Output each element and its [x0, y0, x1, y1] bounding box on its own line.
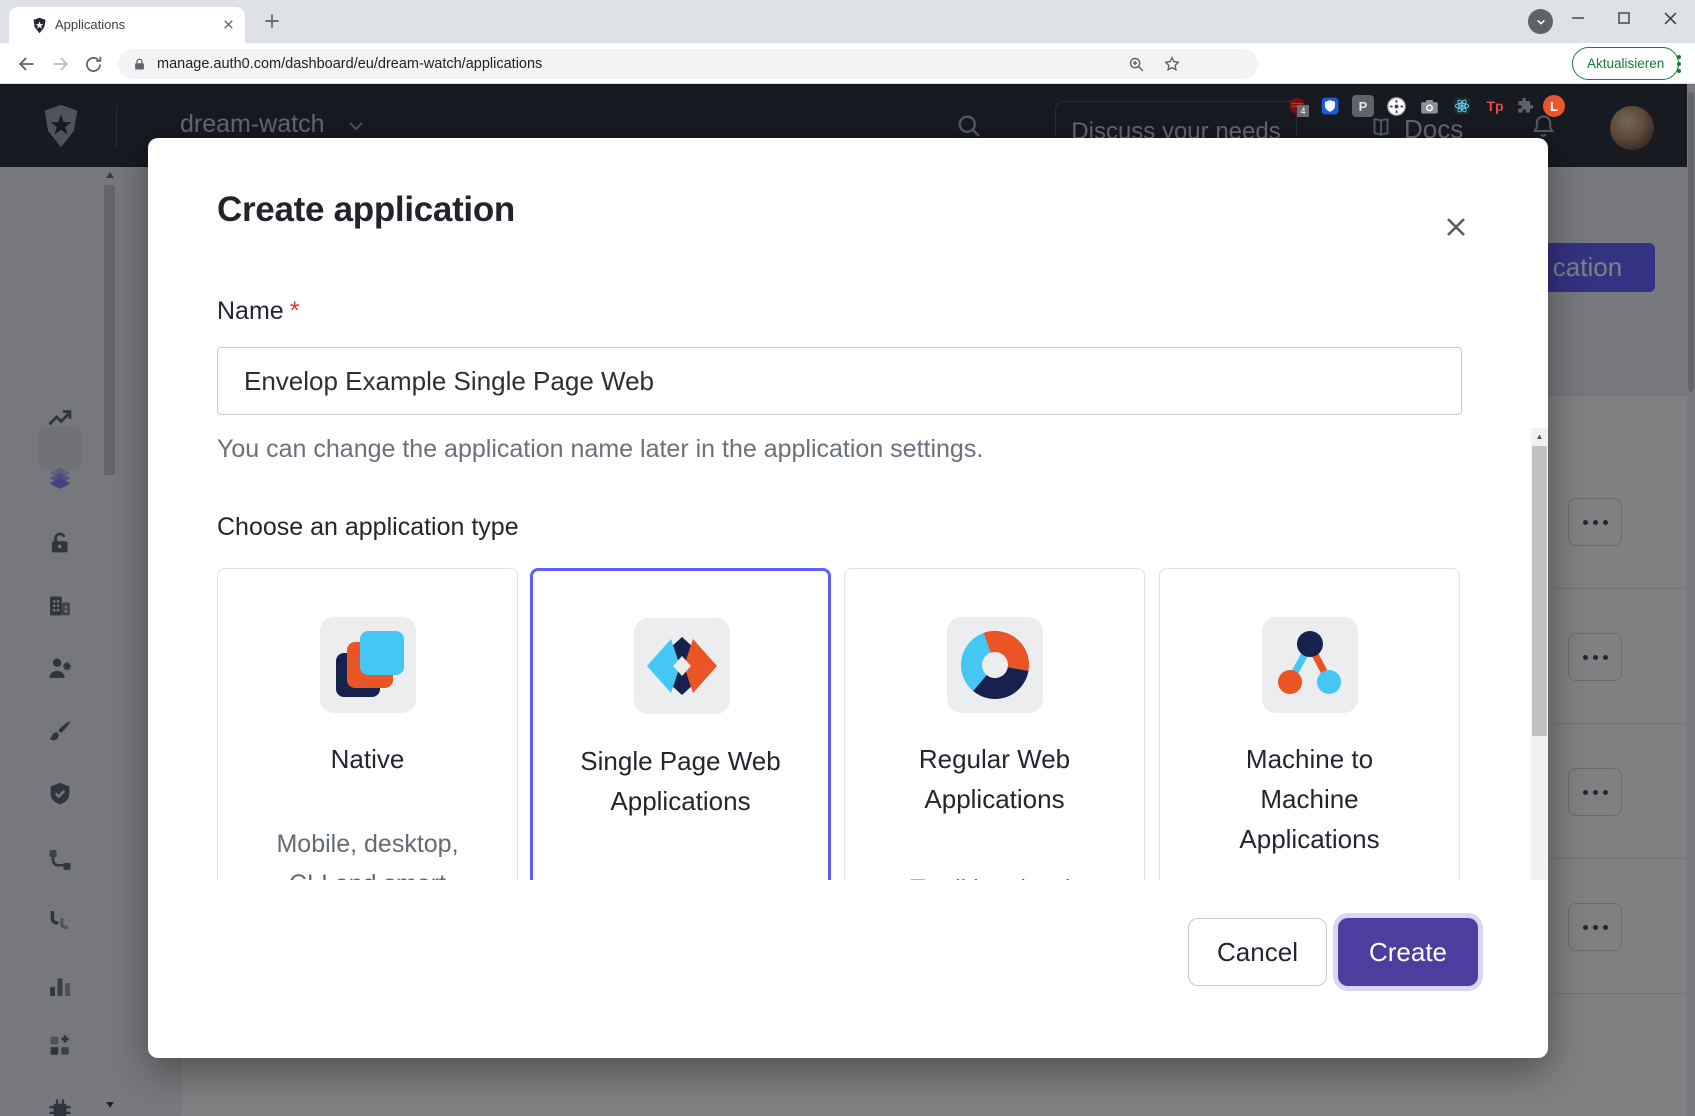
card-title: Regular WebApplications [845, 739, 1144, 819]
card-description: Traditional web [845, 869, 1144, 880]
application-name-input[interactable] [217, 347, 1462, 415]
app-type-card-regular-web[interactable]: Regular WebApplications Traditional web [844, 568, 1145, 880]
card-description: A JavaScript [533, 871, 828, 880]
required-marker: * [290, 297, 300, 325]
zoom-indicator-icon[interactable] [1128, 56, 1145, 73]
secure-lock-icon [132, 57, 147, 72]
react-devtools-icon[interactable] [1451, 95, 1473, 117]
browser-update-button[interactable]: Aktualisieren [1572, 47, 1679, 80]
reload-button[interactable] [80, 51, 106, 77]
app-type-card-spa[interactable]: Single Page WebApplications A JavaScript [530, 568, 831, 880]
extension-move-icon[interactable] [1385, 95, 1407, 117]
browser-menu-icon[interactable] [1672, 51, 1686, 77]
name-label: Name* [217, 297, 299, 326]
bitwarden-extension-icon[interactable] [1319, 95, 1341, 117]
tab-close-icon[interactable] [221, 17, 236, 32]
modal-close-button[interactable] [1438, 209, 1474, 245]
choose-type-label: Choose an application type [217, 513, 519, 542]
browser-tab-strip: Applications [0, 0, 1695, 43]
new-tab-icon[interactable] [262, 11, 282, 31]
create-button[interactable]: Create [1338, 918, 1478, 986]
name-helper-text: You can change the application name late… [217, 435, 983, 464]
modal-body: Name* You can change the application nam… [148, 283, 1548, 880]
card-title: Single Page WebApplications [533, 741, 828, 821]
regular-web-donut-icon [947, 617, 1043, 713]
ublock-extension-icon[interactable]: 4 [1286, 95, 1308, 117]
forward-button[interactable] [47, 51, 73, 77]
modal-scrollbar[interactable]: ▲ ▼ [1531, 428, 1548, 880]
app-type-card-m2m[interactable]: Machine toMachineApplications [1159, 568, 1460, 880]
card-title: Machine toMachineApplications [1160, 739, 1459, 859]
modal-scroll-thumb[interactable] [1532, 446, 1547, 736]
browser-toolbar: manage.auth0.com/dashboard/eu/dream-watc… [0, 43, 1695, 84]
native-stack-icon [320, 617, 416, 713]
extension-p-icon[interactable]: P [1352, 95, 1374, 117]
window-close-button[interactable] [1647, 0, 1693, 36]
app-type-card-native[interactable]: Native Mobile, desktop,CLI and smart [217, 568, 518, 880]
screen: Applications manage.auth0.com/dashboard/… [0, 0, 1695, 1116]
tab-search-icon[interactable] [1528, 9, 1553, 34]
bookmark-star-icon[interactable] [1163, 55, 1181, 73]
spa-diamonds-icon [634, 618, 730, 714]
card-description: Mobile, desktop,CLI and smart [218, 824, 517, 880]
window-minimize-button[interactable] [1555, 0, 1601, 36]
tab-title: Applications [55, 17, 215, 32]
scroll-up-icon[interactable]: ▲ [1531, 428, 1548, 445]
tp-extension-icon[interactable]: Tp [1484, 95, 1506, 117]
m2m-network-icon [1262, 617, 1358, 713]
card-title: Native [218, 739, 517, 779]
browser-profile-avatar[interactable]: L [1543, 95, 1565, 117]
screenshot-camera-icon[interactable] [1418, 95, 1440, 117]
create-application-modal: Create application Name* You can change … [148, 138, 1548, 1058]
window-maximize-button[interactable] [1601, 0, 1647, 36]
address-bar[interactable]: manage.auth0.com/dashboard/eu/dream-watc… [118, 49, 1258, 79]
auth0-favicon [31, 17, 48, 34]
url-text: manage.auth0.com/dashboard/eu/dream-watc… [157, 56, 542, 72]
back-button[interactable] [14, 51, 40, 77]
ublock-badge: 4 [1297, 105, 1309, 117]
cancel-button[interactable]: Cancel [1188, 918, 1327, 986]
browser-tab[interactable]: Applications [9, 7, 245, 43]
extensions-puzzle-icon[interactable] [1514, 95, 1536, 117]
modal-title: Create application [217, 190, 515, 230]
